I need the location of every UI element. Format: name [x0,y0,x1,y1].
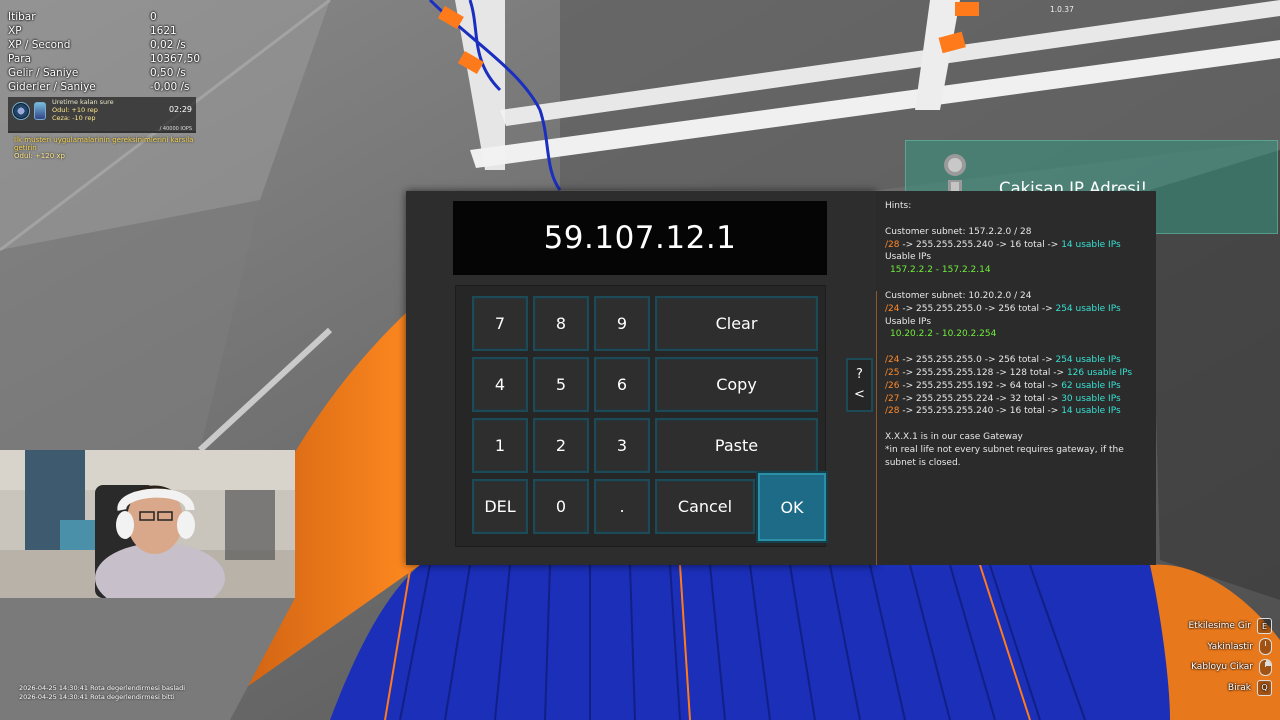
customer2-mask-line: /24 -> 255.255.255.0 -> 256 total -> 254… [885,303,1121,314]
collapse-toggle-icon[interactable]: < [854,385,865,405]
subnet-table-row: /26 -> 255.255.255.192 -> 64 total -> 62… [885,380,1121,391]
customer1-range: 157.2.2.2 - 157.2.2.14 [890,265,991,276]
stat-label: Para [8,53,32,65]
key-5[interactable]: 5 [533,357,589,412]
storage-icon [34,102,46,120]
stat-value: -0,00 /s [150,81,190,93]
customer1-usable-label: Usable IPs [885,252,932,263]
key-0[interactable]: 0 [533,479,589,534]
help-toggle-icon[interactable]: ? [856,365,863,385]
control-hint-row: Etkilesime Gir E [1112,616,1272,637]
paste-button[interactable]: Paste [655,418,818,473]
customer-task: Ilk musteri uygulamalarinin gereksinimle… [14,136,204,160]
key-6[interactable]: 6 [594,357,650,412]
ip-keypad-panel: 59.107.12.1 7 8 9 Clear 4 5 6 Copy 1 2 3… [406,191,876,565]
key-9[interactable]: 9 [594,296,650,351]
cancel-button[interactable]: Cancel [655,479,755,534]
game-version: 1.0.37 [1050,5,1074,14]
gateway-note: *in real life not every subnet requires … [885,444,1124,468]
stat-value: 0 [150,11,157,23]
key-8[interactable]: 8 [533,296,589,351]
quest-timer: 02:29 [168,105,192,114]
keycap-icon: Q [1257,679,1272,696]
control-hint-label: Kabloyu Cikar [1191,662,1253,673]
control-hint-label: Etkilesime Gir [1188,621,1252,632]
ok-button[interactable]: OK [758,473,826,541]
webcam-overlay [0,450,295,598]
key-dot[interactable]: . [594,479,650,534]
stat-label: Giderler / Saniye [8,81,96,93]
log-entry: 2026-04-25 14:30:41 Rota degerlendirmesi… [19,692,175,701]
keypad: 7 8 9 Clear 4 5 6 Copy 1 2 3 Paste DEL 0… [455,285,826,547]
stat-value: 1621 [150,25,177,37]
customer1-subnet: Customer subnet: 157.2.2.0 / 28 [885,226,1032,237]
control-hint-label: Yakinlastir [1207,641,1253,652]
stat-label: Gelir / Saniye [8,67,79,79]
control-hints: Etkilesime Gir E Yakinlastir Kabloyu Cikar B… [1112,616,1272,698]
customer2-range: 10.20.2.2 - 10.20.2.254 [890,329,997,340]
key-3[interactable]: 3 [594,418,650,473]
stat-value: 10367,50 [150,53,201,65]
control-hint-row: Yakinlastir [1112,637,1272,658]
customer2-subnet: Customer subnet: 10.20.2.0 / 24 [885,290,1032,301]
stat-value: 0,02 /s [150,39,186,51]
hints-toggle[interactable]: ? < [846,358,873,412]
mouse-right-icon [1259,658,1272,676]
stat-label: XP [8,25,22,37]
subnet-table-row: /27 -> 255.255.255.224 -> 32 total -> 30… [885,393,1121,404]
key-1[interactable]: 1 [472,418,528,473]
stat-label: XP / Second [8,39,71,51]
log-entry: 2026-04-25 14:30:41 Rota degerlendirmesi… [19,684,186,692]
stat-value: 0,50 /s [150,67,186,79]
keycap-icon: E [1257,618,1272,635]
event-log: 2026-04-25 14:30:41 Rota degerlendirmesi… [19,684,185,701]
clear-button[interactable]: Clear [655,296,818,351]
subnet-table-row: /25 -> 255.255.255.128 -> 128 total -> 1… [885,367,1133,378]
quest-title: Uretime kalan sure [52,98,114,106]
gear-icon [12,102,30,120]
key-2[interactable]: 2 [533,418,589,473]
key-7[interactable]: 7 [472,296,528,351]
control-hint-label: Birak [1227,682,1251,693]
stat-row: XP / Second 0,02 /s [8,38,208,52]
key-4[interactable]: 4 [472,357,528,412]
subnet-table: /24 -> 255.255.255.0 -> 256 total -> 254… [885,354,1156,418]
subnet-table-row: /28 -> 255.255.255.240 -> 16 total -> 14… [885,406,1121,417]
hints-title: Hints: [885,201,912,211]
ip-display: 59.107.12.1 [453,201,827,275]
control-hint-row: Kabloyu Cikar [1112,657,1272,678]
mouse-icon [1259,638,1272,656]
stat-row: Giderler / Saniye -0,00 /s [8,80,208,94]
player-stats: Itibar 0 XP 1621 XP / Second 0,02 /s Para 10367… [8,10,208,94]
quest-reward: Odul: +10 rep [52,106,98,114]
customer-task-reward: Odul: +120 xp [14,152,65,160]
stat-row: Gelir / Saniye 0,50 /s [8,66,208,80]
customer1-mask-line: /28 -> 255.255.255.240 -> 16 total -> 14… [885,239,1121,250]
stat-row: Itibar 0 [8,10,208,24]
quest-progress-bar [8,131,196,133]
quest-penalty: Ceza: -10 rep [52,114,96,122]
gateway-line: X.X.X.1 is in our case Gateway [885,432,1023,443]
stat-row: XP 1621 [8,24,208,38]
stat-label: Itibar [8,11,36,23]
copy-button[interactable]: Copy [655,357,818,412]
customer2-usable-label: Usable IPs [885,316,932,327]
hints-panel: Hints: Customer subnet: 157.2.2.0 / 28 /… [876,191,1156,565]
delete-button[interactable]: DEL [472,479,528,534]
control-hint-row: Birak Q [1112,678,1272,699]
hints-divider [876,291,877,565]
subnet-table-row: /24 -> 255.255.255.0 -> 256 total -> 254… [885,355,1121,366]
customer-task-text: Ilk musteri uygulamalarinin gereksinimle… [14,136,194,152]
stat-row: Para 10367,50 [8,52,208,66]
production-quest: Uretime kalan sure Odul: +10 rep Ceza: -… [8,97,196,133]
